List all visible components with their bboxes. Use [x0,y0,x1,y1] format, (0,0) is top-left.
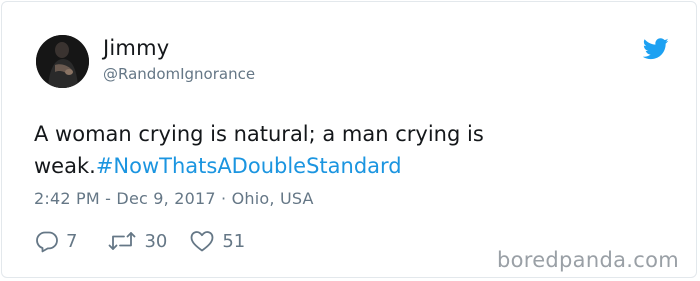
meta-separator: - [99,189,117,208]
tweet-meta: 2:42 PM - Dec 9, 2017 · Ohio, USA [34,189,314,208]
reply-count: 7 [66,230,78,252]
boredpanda-watermark: boredpanda.com [496,248,679,272]
retweet-button[interactable]: 30 [107,229,167,253]
user-handle[interactable]: @RandomIgnorance [103,65,255,83]
tweet-date[interactable]: Dec 9, 2017 [116,189,215,208]
tweet-location[interactable]: Ohio, USA [232,189,314,208]
like-count: 51 [222,230,246,252]
twitter-bird-icon[interactable] [643,38,669,60]
reply-button[interactable]: 7 [35,229,77,253]
tweet-time[interactable]: 2:42 PM [34,189,100,208]
reply-icon [36,231,58,253]
retweet-count: 30 [144,230,168,252]
like-button[interactable]: 51 [189,229,245,253]
tweet-card: Jimmy @RandomIgnorance A woman crying is… [1,1,697,278]
tweet-actions: 7 30 51 [35,228,245,254]
meta-separator: · [215,189,232,208]
retweet-icon [109,232,136,250]
display-name[interactable]: Jimmy [103,36,169,60]
hashtag-link[interactable]: #NowThatsADoubleStandard [96,154,402,178]
avatar[interactable] [36,35,89,88]
avatar-photo [36,35,89,88]
heart-icon [190,231,214,252]
tweet-text: A woman crying is natural; a man crying … [34,118,634,182]
